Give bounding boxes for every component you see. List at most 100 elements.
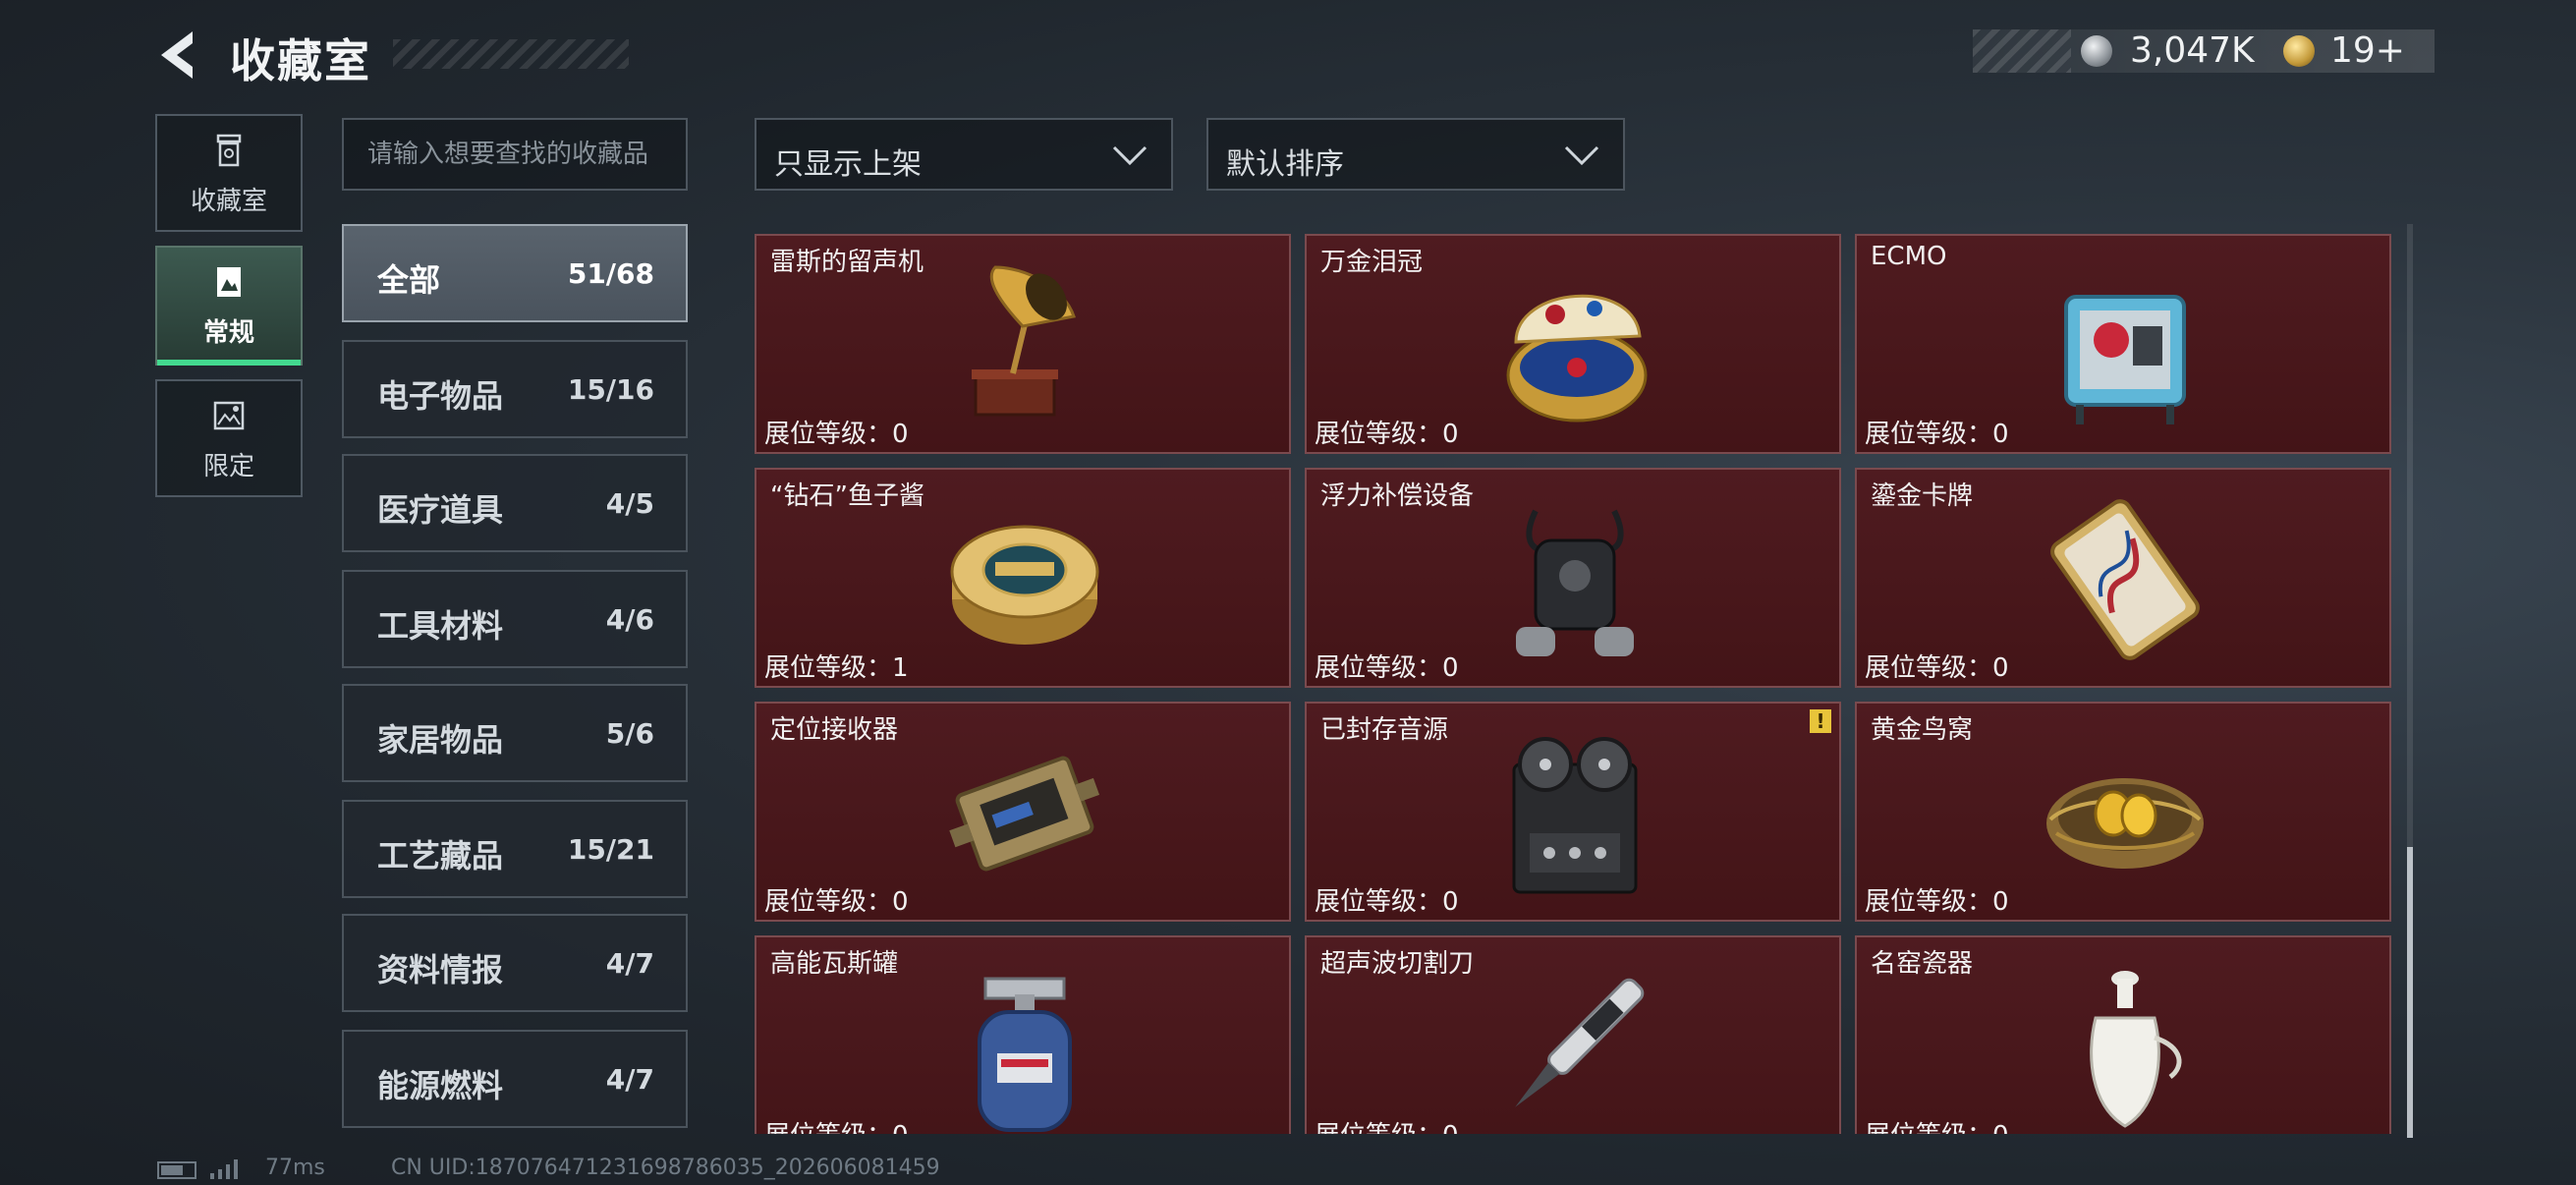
category-count: 15/16 (567, 373, 654, 406)
card-name: 浮力补偿设备 (1320, 481, 1475, 511)
category-name: 电子物品 (377, 377, 504, 415)
card-name: ECMO (1871, 242, 1947, 271)
side-tab-label: 收藏室 (190, 187, 267, 216)
jeweled-egg-icon (1506, 294, 1648, 423)
active-tab-indicator (157, 360, 301, 366)
card-level: 展位等级：0 (1315, 420, 1459, 449)
collection-card[interactable]: 高能瓦斯罐 展位等级：0 (755, 935, 1291, 1134)
category-name: 工艺藏品 (377, 837, 504, 875)
side-tab-regular[interactable]: 常规 (155, 246, 303, 366)
currency-bar: 3,047K 19+ (1973, 29, 2435, 73)
side-tab-limited[interactable]: 限定 (155, 379, 303, 497)
category-crafts[interactable]: 工艺藏品 15/21 (342, 800, 688, 898)
collection-card[interactable]: 万金泪冠 展位等级：0 (1305, 234, 1841, 454)
card-level: 展位等级：0 (1865, 420, 2009, 449)
category-medical[interactable]: 医疗道具 4/5 (342, 454, 688, 552)
sort-dropdown[interactable]: 默认排序 (1206, 118, 1625, 191)
collection-card[interactable]: “钻石”鱼子酱 展位等级：1 (755, 468, 1291, 688)
card-name: 鎏金卡牌 (1871, 481, 1974, 511)
archive-icon (216, 134, 242, 167)
golden-nest-icon (2046, 778, 2204, 869)
collection-card[interactable]: 浮力补偿设备 展位等级：0 (1305, 468, 1841, 688)
warning-icon: ! (1810, 709, 1831, 733)
currency-silver-value: 3,047K (2130, 30, 2255, 71)
category-count: 15/21 (567, 833, 654, 866)
chevron-down-icon (1112, 145, 1148, 166)
collection-card[interactable]: 鎏金卡牌 展位等级：0 (1855, 468, 2391, 688)
collection-card[interactable]: 已封存音源 ! 展位等级：0 (1305, 702, 1841, 922)
card-level: 展位等级：0 (1315, 653, 1459, 683)
card-level: 展位等级：0 (764, 1115, 909, 1134)
chevron-down-icon (1564, 145, 1599, 166)
grid-scrollbar[interactable] (2407, 224, 2413, 1138)
card-level: 展位等级：1 (764, 653, 909, 683)
gas-canister-icon (978, 977, 1072, 1132)
back-arrow-icon (161, 31, 193, 79)
search-input[interactable] (342, 118, 688, 191)
title-decoration (393, 39, 629, 69)
category-tools[interactable]: 工具材料 4/6 (342, 570, 688, 668)
card-level: 展位等级：0 (1865, 1115, 2009, 1134)
locator-receiver-icon (949, 756, 1100, 872)
currency-gold-value: 19+ (2330, 30, 2405, 71)
card-level: 展位等级：0 (1865, 887, 2009, 917)
back-button[interactable] (147, 24, 216, 86)
collection-card[interactable]: 黄金鸟窝 展位等级：0 (1855, 702, 2391, 922)
category-name: 资料情报 (377, 951, 504, 988)
category-count: 4/6 (605, 603, 654, 636)
scrollbar-thumb[interactable] (2407, 847, 2413, 1138)
card-level: 展位等级：0 (764, 420, 909, 449)
signal-icon (210, 1159, 238, 1179)
collection-card-icon (217, 267, 241, 297)
shelf-filter-value: 只显示上架 (774, 147, 922, 182)
card-level: 展位等级：0 (1865, 653, 2009, 683)
category-name: 医疗道具 (377, 491, 504, 529)
card-level: 展位等级：0 (1315, 1115, 1459, 1134)
caviar-tin-icon (950, 525, 1099, 645)
side-tab-label: 限定 (202, 452, 254, 481)
collection-card[interactable]: 定位接收器 展位等级：0 (755, 702, 1291, 922)
category-intel[interactable]: 资料情报 4/7 (342, 914, 688, 1012)
collection-card[interactable]: ECMO 展位等级：0 (1855, 234, 2391, 454)
category-count: 4/7 (605, 1063, 654, 1096)
category-household[interactable]: 家居物品 5/6 (342, 684, 688, 782)
page-title: 收藏室 (230, 34, 371, 87)
porcelain-vase-icon (2090, 971, 2182, 1128)
collection-card[interactable]: 雷斯的留声机 展位等级：0 (755, 234, 1291, 454)
category-electronics[interactable]: 电子物品 15/16 (342, 340, 688, 438)
collection-card[interactable]: 名窑瓷器 展位等级：0 (1855, 935, 2391, 1134)
diving-gear-icon (1516, 509, 1634, 656)
shelf-filter-dropdown[interactable]: 只显示上架 (755, 118, 1173, 191)
uid-text: CN UID:18707647123169878​6035_2026060814… (391, 1156, 940, 1180)
silver-coin-icon (2081, 35, 2112, 67)
battery-icon (157, 1161, 196, 1179)
gramophone-icon (972, 265, 1076, 417)
ping-text: 77ms (265, 1156, 325, 1180)
side-tab-label: 常规 (202, 318, 254, 348)
card-level: 展位等级：0 (764, 887, 909, 917)
collection-grid: 雷斯的留声机 展位等级：0 万金泪冠 展位等级：0 ECMO 展位等级：0 “钻… (751, 232, 2393, 1134)
category-name: 工具材料 (377, 607, 504, 645)
reel-recorder-icon (1512, 737, 1638, 894)
gilded-card-icon (2050, 499, 2200, 660)
card-name: “钻石”鱼子酱 (770, 481, 924, 511)
gold-coin-icon (2283, 35, 2315, 67)
category-name: 全部 (377, 261, 441, 299)
category-name: 家居物品 (377, 721, 504, 759)
collection-card[interactable]: 超声波切割刀 展位等级：0 (1305, 935, 1841, 1134)
side-tab-collection-room[interactable]: 收藏室 (155, 114, 303, 232)
category-energy[interactable]: 能源燃料 4/7 (342, 1030, 688, 1128)
category-count: 51/68 (567, 257, 654, 290)
category-name: 能源燃料 (377, 1067, 504, 1104)
category-count: 5/6 (605, 717, 654, 750)
card-name: 超声波切割刀 (1320, 949, 1475, 979)
card-name: 已封存音源 (1320, 715, 1449, 745)
card-name: 定位接收器 (770, 715, 899, 745)
card-name: 黄金鸟窝 (1871, 715, 1974, 745)
card-name: 高能瓦斯罐 (770, 949, 899, 979)
ecmo-machine-icon (2064, 295, 2186, 424)
card-name: 名窑瓷器 (1871, 949, 1974, 979)
limited-photo-icon (213, 401, 245, 430)
card-name: 雷斯的留声机 (770, 248, 924, 277)
category-all[interactable]: 全部 51/68 (342, 224, 688, 322)
